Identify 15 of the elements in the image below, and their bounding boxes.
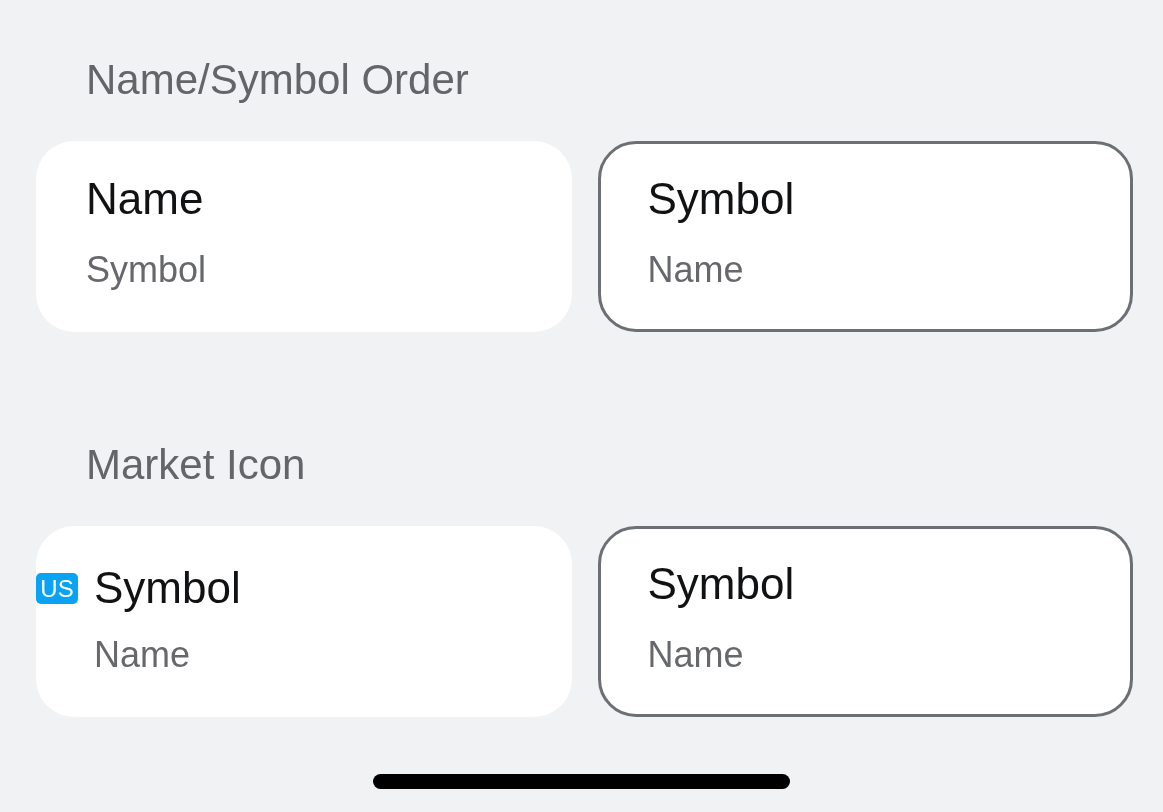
option-subtitle: Name [647,633,744,677]
option-title: Symbol [647,558,795,610]
option-title: Name [86,173,204,225]
section-label: Market Icon [86,440,306,490]
option-subtitle: Name [647,248,744,292]
option-title: Symbol [94,562,241,614]
section-label: Name/Symbol Order [86,55,469,105]
market-badge: US [36,572,78,604]
option-subtitle: Name [94,633,191,677]
option-card[interactable]: Name Symbol [36,141,572,332]
option-card[interactable]: Symbol Name [597,141,1133,332]
option-card[interactable]: US Symbol Name [36,526,572,717]
option-subtitle: Symbol [86,248,207,292]
option-title: Symbol [647,173,795,225]
option-card[interactable]: Symbol Name [597,526,1133,717]
